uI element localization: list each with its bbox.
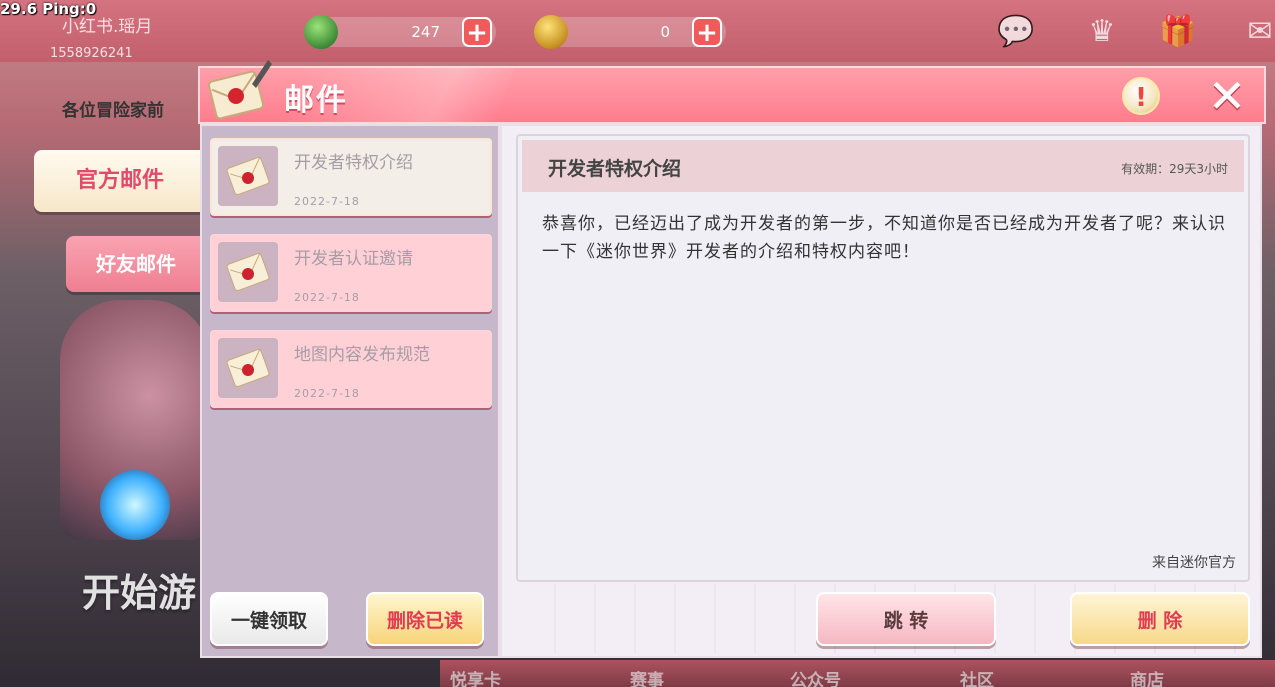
add-gems-button[interactable]: +: [462, 17, 492, 47]
envelope-icon: [218, 338, 278, 398]
tab-official-mail[interactable]: 官方邮件: [34, 150, 206, 212]
delete-read-button[interactable]: 删除已读: [366, 592, 484, 646]
mail-content-box: 开发者特权介绍 有效期：29天3小时 恭喜你，已经迈出了成为开发者的第一步，不知…: [516, 134, 1250, 582]
mail-sender: 来自迷你官方: [1152, 555, 1236, 571]
bottom-menu-item[interactable]: 社区: [960, 666, 994, 687]
claim-all-button[interactable]: 一键领取: [210, 592, 328, 646]
panel-title: 邮件: [284, 83, 348, 118]
bottom-menu-bar: 悦享卡 赛事 公众号 社区 商店: [440, 660, 1275, 687]
mail-header: 邮件 ! ✕: [198, 66, 1266, 124]
gem-icon: [304, 15, 338, 49]
gift-icon[interactable]: 🎁: [1158, 14, 1198, 50]
close-button[interactable]: ✕: [1204, 73, 1250, 120]
mail-list-item[interactable]: 地图内容发布规范 2022-7-18: [210, 330, 492, 408]
mail-panel: 邮件 ! ✕ 开发者特权介绍 2022-7-18 开发者认证邀请 2022-7-…: [198, 60, 1266, 660]
add-coins-button[interactable]: +: [692, 17, 722, 47]
coin-icon: [534, 15, 568, 49]
crown-icon[interactable]: ♛: [1082, 14, 1122, 50]
mail-detail-title: 开发者特权介绍: [548, 158, 682, 180]
mail-detail-header: 开发者特权介绍 有效期：29天3小时: [522, 140, 1244, 192]
mail-date: 2022-7-18: [294, 195, 360, 208]
info-button[interactable]: !: [1122, 77, 1160, 115]
mail-subject: 开发者特权介绍: [294, 153, 413, 173]
mail-body-text: 恭喜你，已经迈出了成为开发者的第一步，不知道你是否已经成为开发者了呢？来认识一下…: [542, 214, 1226, 262]
mail-list: 开发者特权介绍 2022-7-18 开发者认证邀请 2022-7-18 地图内容…: [200, 124, 500, 658]
mail-list-item[interactable]: 开发者认证邀请 2022-7-18: [210, 234, 492, 312]
coin-value: 0: [660, 23, 670, 41]
gem-value: 247: [411, 23, 440, 41]
delete-button[interactable]: 删 除: [1070, 592, 1250, 646]
validity-text: 有效期：29天3小时: [1121, 162, 1228, 176]
chat-icon[interactable]: 💬: [996, 14, 1036, 50]
player-id: 1558926241: [50, 46, 133, 61]
envelope-icon: [218, 146, 278, 206]
jump-button[interactable]: 跳 转: [816, 592, 996, 646]
mail-detail-pane: 开发者特权介绍 有效期：29天3小时 恭喜你，已经迈出了成为开发者的第一步，不知…: [500, 124, 1262, 658]
mail-date: 2022-7-18: [294, 387, 360, 400]
bottom-menu-item[interactable]: 赛事: [630, 666, 664, 687]
mail-subject: 地图内容发布规范: [294, 345, 430, 365]
mail-list-item[interactable]: 开发者特权介绍 2022-7-18: [210, 138, 492, 216]
envelope-quill-icon: [207, 60, 272, 120]
mail-date: 2022-7-18: [294, 291, 360, 304]
tab-friend-mail[interactable]: 好友邮件: [66, 236, 206, 292]
mail-subject: 开发者认证邀请: [294, 249, 413, 269]
bottom-menu-item[interactable]: 公众号: [790, 666, 841, 687]
bottom-menu-item[interactable]: 商店: [1130, 666, 1164, 687]
mail-icon[interactable]: ✉: [1240, 14, 1275, 50]
envelope-icon: [218, 242, 278, 302]
announcement-text: 各位冒险家前: [62, 101, 164, 121]
gem-counter: 247 +: [304, 15, 496, 49]
glow-orb: [100, 470, 170, 540]
fps-ping-readout: 29.6 Ping:0: [0, 0, 97, 18]
bottom-menu-item[interactable]: 悦享卡: [450, 666, 501, 687]
start-game-text: 开始游: [82, 571, 197, 615]
coin-counter: 0 +: [534, 15, 726, 49]
